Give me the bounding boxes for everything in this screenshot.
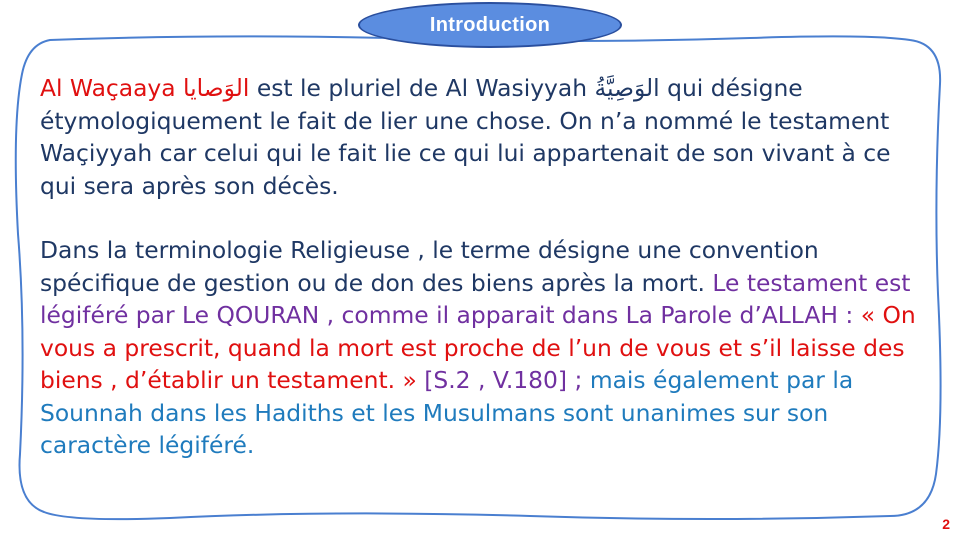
slide-body: Al Waçaaya الوَصايا est le pluriel de Al… — [40, 72, 930, 462]
definition-text-a: est le pluriel de Al Wasiyyah — [256, 74, 588, 102]
term-arabic: الوَصايا — [183, 74, 250, 102]
title-banner: Introduction — [358, 2, 622, 48]
terminology-text: Dans la terminologie Religieuse , le ter… — [40, 236, 819, 297]
verse-reference: [S.2 , V.180] ; — [424, 366, 583, 394]
term-latin: Al Waçaaya — [40, 74, 176, 102]
paragraph-definition: Al Waçaaya الوَصايا est le pluriel de Al… — [40, 72, 930, 202]
slide-title: Introduction — [429, 13, 551, 36]
term-arabic-singular: الوَصِيَّةُ — [594, 74, 660, 102]
page-number: 2 — [942, 516, 950, 532]
paragraph-terminology: Dans la terminologie Religieuse , le ter… — [40, 234, 930, 462]
